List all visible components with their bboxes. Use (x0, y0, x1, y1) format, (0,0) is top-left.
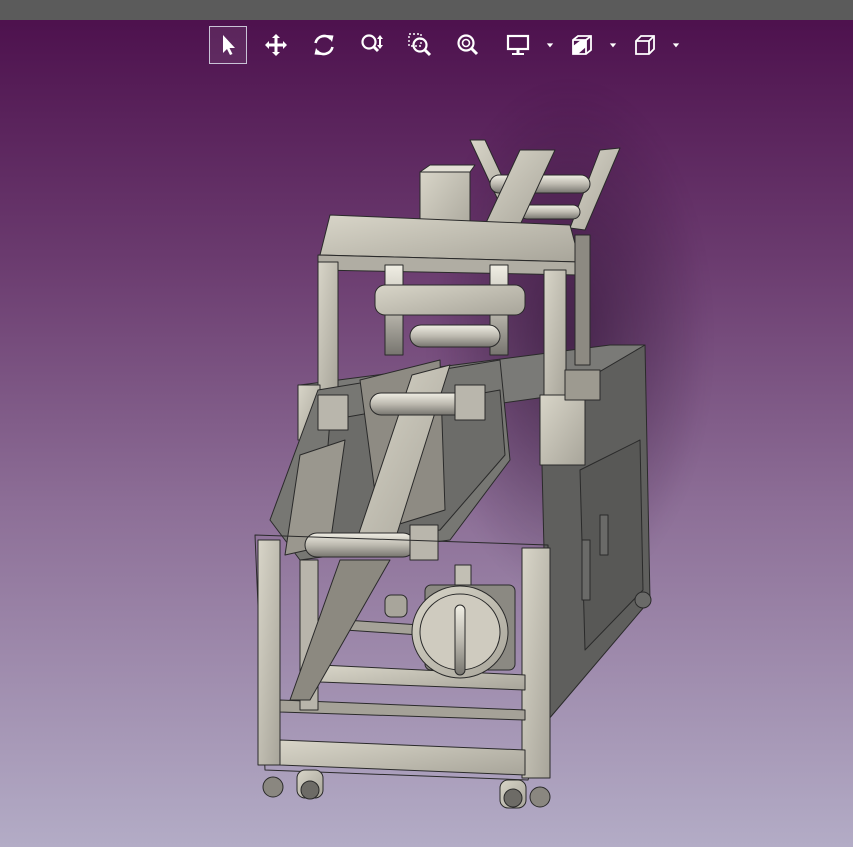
3d-viewport[interactable] (0, 20, 853, 847)
machine-3d-model[interactable] (0, 20, 853, 847)
window-title-bar (0, 0, 853, 20)
